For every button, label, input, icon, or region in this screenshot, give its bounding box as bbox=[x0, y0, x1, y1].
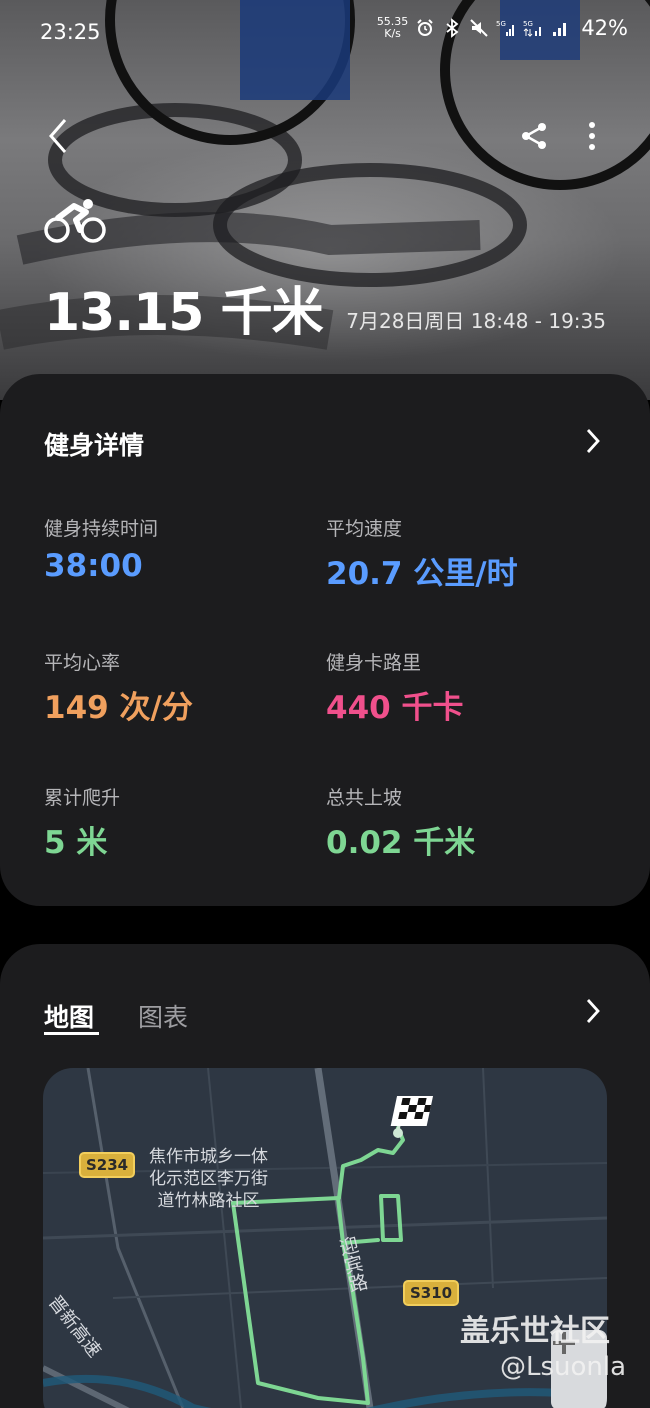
total-distance: 13.15 千米 bbox=[44, 283, 324, 343]
back-button[interactable] bbox=[38, 114, 78, 158]
bluetooth-icon bbox=[446, 18, 459, 38]
share-button[interactable] bbox=[514, 116, 554, 156]
watermark-community: 盖乐世社区 bbox=[460, 1314, 610, 1349]
chevron-right-icon bbox=[586, 999, 600, 1023]
metric-value-duration: 38:00 bbox=[44, 548, 143, 584]
metric-label-avg-heart-rate: 平均心率 bbox=[44, 652, 121, 674]
svg-text:5G: 5G bbox=[496, 20, 506, 28]
signal-5g-icon: 5G bbox=[496, 20, 515, 36]
mute-icon bbox=[470, 19, 489, 37]
details-title: 健身详情 bbox=[44, 431, 145, 460]
map-more-button[interactable] bbox=[578, 996, 608, 1026]
status-time: 23:25 bbox=[40, 20, 101, 44]
metric-value-elevation-gain: 5 米 bbox=[44, 825, 108, 861]
place-label: 焦作市城乡一体 化示范区李万街 道竹林路社区 bbox=[149, 1147, 268, 1211]
network-speed: 55.35 K/s bbox=[376, 15, 409, 40]
tab-map[interactable]: 地图 bbox=[44, 998, 94, 1034]
metric-value-uphill: 0.02 千米 bbox=[326, 825, 476, 861]
chevron-left-icon bbox=[49, 119, 67, 153]
signal-5g-data-icon: 5G bbox=[523, 20, 542, 37]
status-bar: 23:25 55.35 K/s 5G 5G 42% bbox=[0, 0, 650, 64]
workout-detail-page: 23:25 55.35 K/s 5G 5G 42% 13.15 千米 7月28日… bbox=[0, 0, 650, 1408]
tab-chart[interactable]: 图表 bbox=[138, 998, 188, 1034]
metric-value-calories: 440 千卡 bbox=[326, 690, 464, 726]
alarm-icon bbox=[417, 19, 434, 36]
metric-label-calories: 健身卡路里 bbox=[326, 652, 422, 674]
road-badge-s310: S310 bbox=[403, 1280, 460, 1306]
tab-map-underline bbox=[44, 1032, 99, 1035]
chevron-right-icon bbox=[586, 429, 600, 453]
cycling-icon bbox=[44, 199, 106, 243]
status-icons: 55.35 K/s 5G 5G 42% bbox=[376, 15, 628, 41]
finish-flag-icon bbox=[390, 1096, 434, 1138]
metric-label-avg-speed: 平均速度 bbox=[326, 518, 403, 540]
metric-value-avg-speed: 20.7 公里/时 bbox=[326, 556, 518, 592]
svg-text:5G: 5G bbox=[523, 20, 533, 28]
watermark-user: @Lsuonla bbox=[500, 1352, 627, 1382]
more-vertical-icon bbox=[589, 122, 595, 150]
hero-image: 23:25 55.35 K/s 5G 5G 42% 13.15 千米 7月28日… bbox=[0, 0, 650, 400]
metric-value-avg-heart-rate: 149 次/分 bbox=[44, 690, 193, 726]
share-icon bbox=[522, 123, 546, 149]
details-more-button[interactable] bbox=[578, 426, 608, 456]
road-badge-s234: S234 bbox=[79, 1152, 136, 1178]
battery-percent: 42% bbox=[581, 16, 628, 40]
signal-bars-icon bbox=[553, 23, 567, 36]
metric-label-duration: 健身持续时间 bbox=[44, 518, 159, 540]
more-options-button[interactable] bbox=[576, 116, 608, 156]
workout-date-range: 7月28日周日 18:48 - 19:35 bbox=[346, 309, 606, 333]
metric-label-elevation-gain: 累计爬升 bbox=[44, 787, 121, 809]
metric-label-uphill: 总共上坡 bbox=[326, 787, 403, 809]
